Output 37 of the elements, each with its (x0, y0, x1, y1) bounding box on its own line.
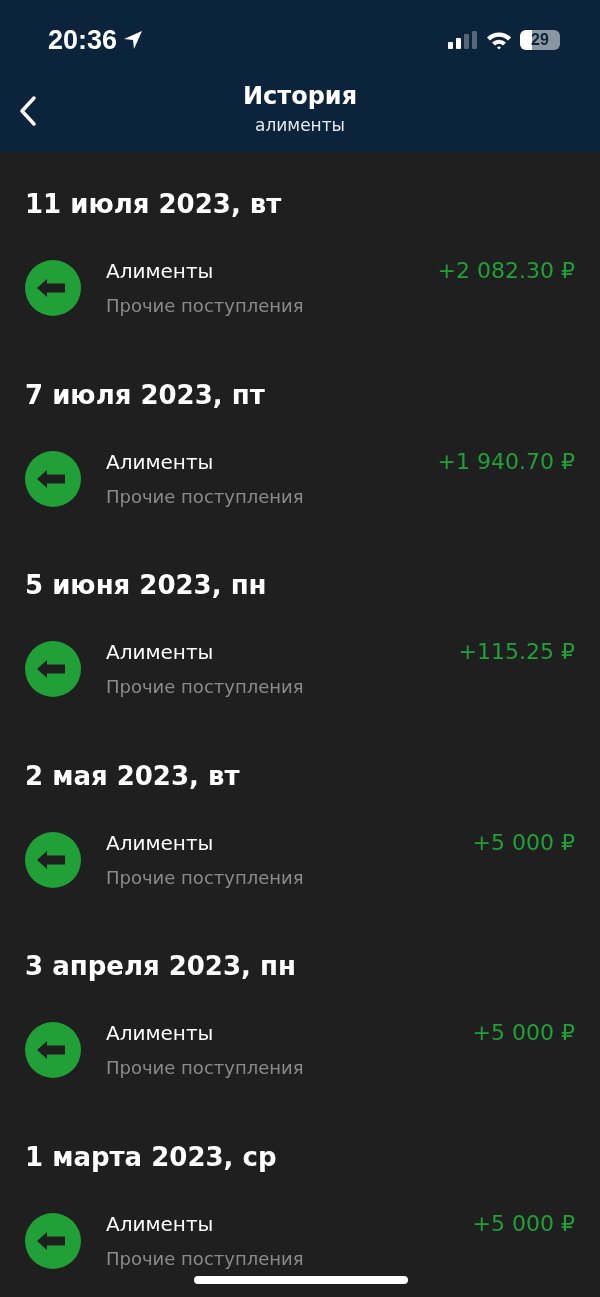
transaction-amount: +5 000 ₽ (472, 1019, 575, 1048)
date-heading: 5 июня 2023, пн (25, 569, 268, 603)
transaction-category: Прочие поступления (106, 865, 305, 890)
transaction-category: Прочие поступления (106, 484, 305, 509)
transaction-amount: +2 082.30 ₽ (437, 257, 575, 285)
date-heading: 3 апреля 2023, пн (25, 950, 297, 984)
transaction-name: Алименты (106, 448, 215, 476)
date-heading: 7 июля 2023, пт (25, 378, 266, 412)
transaction-row[interactable]: Алименты Прочие поступления +1 940.70 ₽ (25, 446, 575, 533)
transaction-name: Алименты (106, 639, 215, 667)
transaction-name: Алименты (106, 829, 215, 857)
transaction-category: Прочие поступления (106, 1056, 305, 1081)
transaction-amount: +1 940.70 ₽ (437, 447, 575, 476)
signal-icon (448, 31, 478, 49)
transaction-amount: +115.25 ₽ (458, 638, 575, 667)
transaction-row[interactable]: Алименты Прочие поступления +115.25 ₽ (25, 637, 575, 724)
screen-subtitle: алименты (254, 114, 346, 137)
date-heading: 1 марта 2023, ср (25, 1140, 278, 1174)
transaction-row[interactable]: Алименты Прочие поступления +5 000 ₽ (25, 1018, 575, 1105)
transaction-row[interactable]: Алименты Прочие поступления +5 000 ₽ (25, 1208, 575, 1295)
transaction-name: Алименты (106, 1210, 215, 1238)
transaction-amount: +5 000 ₽ (472, 828, 575, 857)
transaction-amount: +5 000 ₽ (472, 1209, 575, 1238)
transaction-category: Прочие поступления (106, 1246, 305, 1271)
transaction-category: Прочие поступления (106, 294, 305, 318)
transaction-row[interactable]: Алименты Прочие поступления +5 000 ₽ (25, 827, 575, 914)
screen-title: История (242, 81, 358, 112)
date-heading: 2 мая 2023, вт (25, 759, 241, 793)
location-arrow-icon (123, 30, 144, 50)
date-heading: 11 июля 2023, вт (25, 188, 283, 221)
transaction-category: Прочие поступления (106, 675, 305, 700)
transaction-row[interactable]: Алименты Прочие поступления +2 082.30 ₽ (25, 256, 575, 342)
status-time: 20:36 (48, 24, 118, 56)
back-icon[interactable] (18, 95, 38, 127)
transaction-name: Алименты (106, 1020, 215, 1048)
transaction-name: Алименты (106, 258, 215, 285)
wifi-icon (486, 30, 512, 50)
